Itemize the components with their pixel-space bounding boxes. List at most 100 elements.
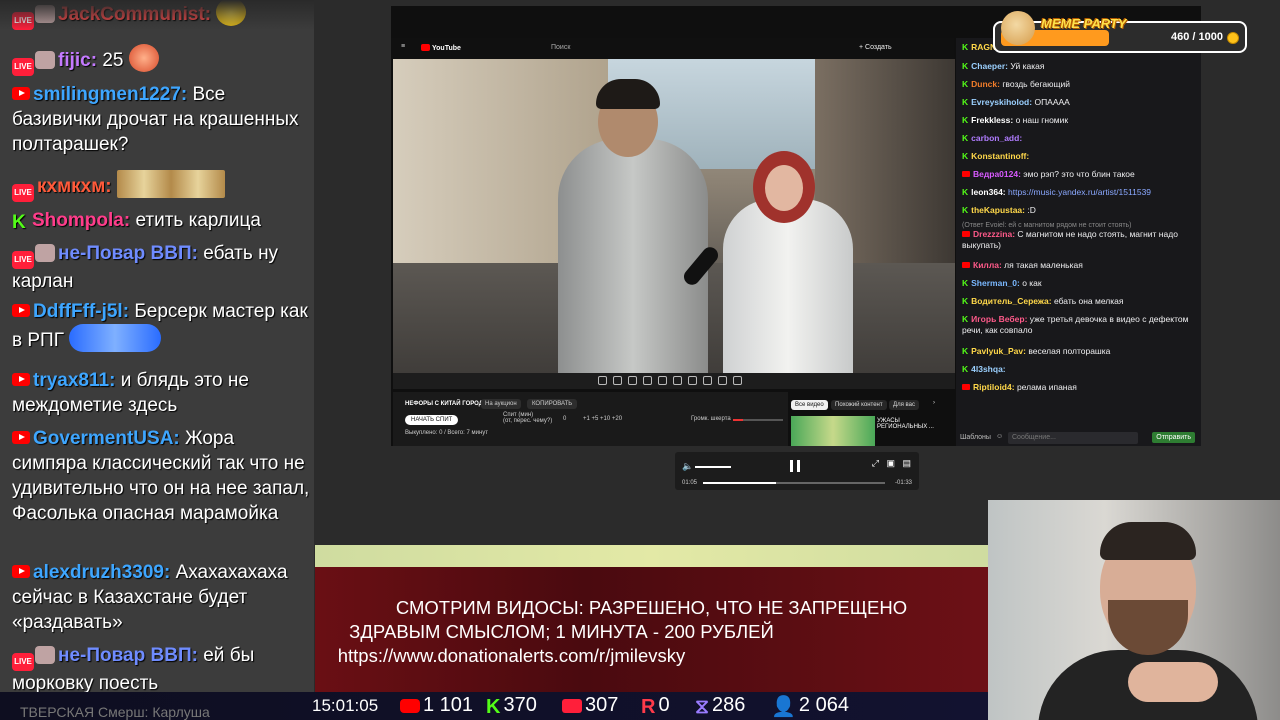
live-badge-icon bbox=[962, 384, 970, 390]
chat-nick: Konstantinoff: bbox=[971, 151, 1030, 161]
chat-link[interactable]: https://music.yandex.ru/artist/1511539 bbox=[1008, 187, 1151, 197]
chat-nick: tryax811: bbox=[33, 370, 116, 391]
control-icon[interactable] bbox=[598, 376, 607, 385]
control-icon[interactable] bbox=[673, 376, 682, 385]
tab-similar[interactable]: Похожий контент bbox=[831, 400, 887, 410]
templates-button[interactable]: Шаблоны bbox=[960, 434, 991, 441]
chat-text: :D bbox=[1027, 205, 1036, 215]
youtube-logo[interactable]: YouTube bbox=[421, 44, 461, 52]
video-person-interviewer bbox=[558, 79, 708, 373]
copy-button[interactable]: КОПИРОВАТЬ bbox=[527, 399, 578, 409]
chat-nick: Килла: bbox=[973, 260, 1002, 270]
control-icon[interactable] bbox=[718, 376, 727, 385]
chat-nick: Водитель_Сережа: bbox=[971, 296, 1052, 306]
tab-for-you[interactable]: Для вас bbox=[889, 400, 919, 410]
remaining-time: -01:33 bbox=[894, 480, 912, 486]
pip-icon[interactable]: ▣ bbox=[886, 458, 895, 469]
search-input[interactable]: Поиск bbox=[551, 44, 570, 51]
embedded-chat-message: K Игорь Вебер: уже третья девочка в видео… bbox=[962, 314, 1194, 336]
live-badge-icon: LIVE bbox=[12, 251, 34, 269]
coin-icon bbox=[1227, 32, 1239, 44]
left-chat-message: DdffFff-j5l: Берсерк мастер как в РПГ bbox=[12, 299, 310, 353]
scrolling-chat-text: ТВЕРСКАЯ Смерш: Карлуша bbox=[20, 704, 210, 720]
embedded-chat-message: K Konstantinoff: bbox=[962, 151, 1194, 162]
volume-bar[interactable] bbox=[695, 466, 731, 468]
banner-link: https://www.donationalerts.com/r/jmilevs… bbox=[337, 645, 686, 666]
avatar bbox=[35, 51, 55, 69]
kick-badge-icon: K bbox=[962, 296, 969, 306]
chat-text: релама ипаная bbox=[1016, 382, 1077, 392]
meme-party-title: MEME PARTY bbox=[1041, 16, 1127, 31]
chat-nick: alexdruzh3309: bbox=[33, 562, 171, 583]
chat-nick: Chaeper: bbox=[971, 61, 1008, 71]
control-icon[interactable] bbox=[628, 376, 637, 385]
live-badge-icon: LIVE bbox=[12, 12, 34, 30]
emoji-icon[interactable]: ☺ bbox=[996, 433, 1003, 440]
create-button[interactable]: + Создать bbox=[859, 44, 892, 51]
player-toolbar bbox=[393, 373, 955, 389]
left-chat-message: smilingmen1227: Все базивички дрочат на … bbox=[12, 82, 310, 157]
control-icon[interactable] bbox=[658, 376, 667, 385]
video-frame[interactable] bbox=[393, 59, 955, 373]
volume-slider[interactable]: Громк. шкерта bbox=[691, 416, 783, 422]
chat-input[interactable]: Сообщение... bbox=[1008, 432, 1138, 444]
left-chat-message: K Shompola: етить карлица bbox=[12, 208, 310, 233]
embedded-chat-message: KtheKapustaa: :D bbox=[962, 205, 1194, 216]
settings-icon[interactable] bbox=[733, 376, 742, 385]
embedded-chat-message: K Frekkless: о наш гномик bbox=[962, 115, 1194, 126]
youtube-badge-icon bbox=[12, 431, 30, 444]
spit-value[interactable]: 0 bbox=[563, 416, 566, 422]
embedded-chat-message: Ведра0124: эмо рэп? это что блин такое bbox=[962, 169, 1194, 180]
kick-badge-icon: K bbox=[962, 133, 969, 143]
auction-button[interactable]: На аукцион bbox=[481, 399, 521, 409]
reco-thumbnail[interactable] bbox=[791, 416, 875, 446]
chat-nick: Drezzzina: bbox=[973, 229, 1016, 239]
reco-title[interactable]: УЖАСЫ РЕГИОНАЛЬНЫХ ... bbox=[877, 418, 937, 430]
youtube-badge-icon bbox=[12, 304, 30, 317]
seek-bar[interactable] bbox=[703, 482, 885, 484]
menu-icon[interactable]: ≡ bbox=[401, 43, 405, 50]
emote-icon bbox=[116, 170, 225, 198]
youtube-topbar: ≡ YouTube Поиск + Создать bbox=[391, 38, 954, 60]
recommendations: Все видео Похожий контент Для вас › УЖАС… bbox=[789, 392, 954, 446]
tab-all-videos[interactable]: Все видео bbox=[791, 400, 828, 410]
speaker-icon[interactable]: 🔈 bbox=[682, 461, 693, 472]
chevron-right-icon[interactable]: › bbox=[933, 400, 935, 406]
left-chat-message: LIVE JackCommunist: bbox=[12, 0, 310, 30]
kick-badge-icon: K bbox=[962, 364, 969, 374]
cast-icon[interactable]: ▤ bbox=[902, 458, 911, 469]
left-chat-overlay: LIVE JackCommunist: LIVE fijic: 25 smiling… bbox=[0, 0, 314, 692]
control-icon[interactable] bbox=[643, 376, 652, 385]
fullscreen-icon[interactable]: ⤢ bbox=[872, 458, 879, 469]
chat-nick: кхмкхм: bbox=[37, 176, 112, 197]
embedded-chat-message: K Водитель_Сережа: ебать она мелкая bbox=[962, 296, 1194, 307]
emote-icon bbox=[128, 44, 159, 72]
chat-text: веселая полторашка bbox=[1028, 346, 1111, 356]
live-badge-icon bbox=[962, 171, 970, 177]
embedded-chat: KRAGNAROCK: ебать шкетKChaeper: Уй какая… bbox=[956, 38, 1201, 430]
avatar bbox=[35, 646, 55, 664]
pause-icon[interactable] bbox=[790, 460, 800, 472]
chat-nick: fijic: bbox=[58, 50, 98, 71]
step-buttons[interactable]: +1 +5 +10 +20 bbox=[583, 416, 622, 422]
start-spit-button[interactable]: НАЧАТЬ СПИТ bbox=[405, 415, 459, 425]
live-badge-icon: LIVE bbox=[12, 184, 34, 202]
youtube-viewers: 1 101 bbox=[400, 694, 473, 717]
control-icon[interactable] bbox=[688, 376, 697, 385]
r-icon: R bbox=[641, 696, 656, 718]
chat-nick: Dunck: bbox=[971, 79, 1000, 89]
control-icon[interactable] bbox=[613, 376, 622, 385]
stream-clock: 15:01:05 bbox=[312, 696, 379, 715]
webcam-feed bbox=[988, 500, 1280, 720]
embedded-chat-message: Riptiloid4: релама ипаная bbox=[962, 382, 1194, 393]
control-icon[interactable] bbox=[703, 376, 712, 385]
banner-line: СМОТРИМ ВИДОСЫ: РАЗРЕШЕНО, ЧТО НЕ ЗАПРЕЩ… bbox=[395, 597, 908, 618]
youtube-badge-icon bbox=[12, 565, 30, 578]
kick-badge-icon: K bbox=[962, 115, 969, 125]
avatar bbox=[35, 5, 55, 23]
left-chat-message: LIVE кхмкхм: bbox=[12, 170, 310, 202]
chat-nick: carbon_add: bbox=[971, 133, 1023, 143]
banner-line: ЗДРАВЫМ СМЫСЛОМ; 1 МИНУТА - 200 РУБЛЕЙ bbox=[349, 621, 774, 642]
spent-label: Выкуплено: 0 / Всего: 7 минут bbox=[405, 430, 489, 436]
send-button[interactable]: Отправить bbox=[1152, 432, 1195, 443]
